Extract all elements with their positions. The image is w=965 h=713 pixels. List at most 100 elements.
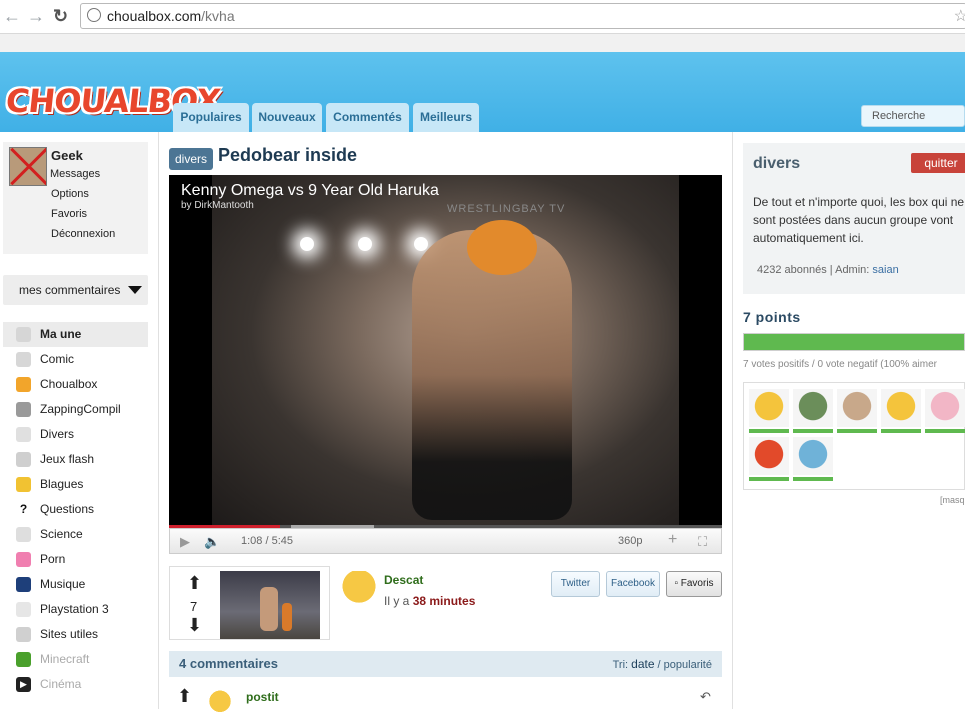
duck-avatar-icon[interactable] [749, 389, 789, 433]
comments-count: 4 commentaires [179, 656, 278, 671]
favoris-button[interactable]: ▫ Favoris [666, 571, 722, 597]
sidebar-category-label: Playstation 3 [40, 602, 109, 616]
tree-avatar-icon[interactable] [793, 389, 833, 433]
reply-icon[interactable]: ↶ [700, 689, 711, 705]
voter-picture [793, 389, 833, 427]
funnel-icon [16, 327, 31, 342]
search-input[interactable]: Recherche [861, 105, 965, 127]
blue-cat-avatar-icon[interactable] [793, 437, 833, 481]
group-panel: divers quitter De tout et n'importe quoi… [743, 143, 965, 294]
sort-date[interactable]: date [631, 657, 654, 671]
duck-icon [16, 377, 31, 392]
sidebar-category[interactable]: Divers [3, 422, 148, 447]
sidebar-category[interactable]: Playstation 3 [3, 597, 148, 622]
sidebar-category[interactable]: Comic [3, 347, 148, 372]
quality-selector[interactable]: 360p [618, 535, 642, 547]
options-link[interactable]: Options [51, 188, 89, 200]
voter-vote-bar [881, 429, 921, 433]
comment-author[interactable]: postit [246, 690, 279, 704]
sidebar-category-label: ZappingCompil [40, 402, 121, 416]
sidebar-category-label: Divers [40, 427, 75, 441]
favoris-link[interactable]: Favoris [51, 208, 87, 220]
duck-avatar-icon[interactable] [881, 389, 921, 433]
video-title[interactable]: Kenny Omega vs 9 Year Old Haruka [181, 182, 439, 200]
sidebar-category-label: Cinéma [40, 677, 82, 691]
sidebar-category-label: Questions [40, 502, 95, 516]
avatar[interactable] [9, 147, 47, 186]
sidebar-category[interactable]: Musique [3, 572, 148, 597]
video-author[interactable]: by DirkMantooth [181, 200, 254, 211]
child-photo-avatar-icon[interactable] [837, 389, 877, 433]
rage-face-icon [16, 352, 31, 367]
duck-avatar-icon[interactable] [207, 687, 233, 713]
video-controls: ▶ 🔈 1:08 / 5:45 360p + ⛶ [169, 528, 722, 554]
forward-icon[interactable]: → [27, 6, 45, 26]
post-title[interactable]: Pedobear inside [218, 145, 357, 166]
bird-cartoon-avatar-icon[interactable] [749, 437, 789, 481]
comment-upvote-icon[interactable]: ⬆ [177, 686, 192, 707]
arena-light [300, 237, 314, 251]
back-icon[interactable]: ← [3, 6, 21, 26]
group-name[interactable]: divers [753, 155, 800, 173]
comments-dropdown[interactable]: mes commentaires [3, 275, 148, 305]
facebook-button[interactable]: Facebook [606, 571, 660, 597]
votes-summary: 7 votes positifs / 0 vote negatif (100% … [743, 359, 937, 370]
tab-meilleurs[interactable]: Meilleurs [413, 103, 479, 132]
tab-nouveaux[interactable]: Nouveaux [252, 103, 322, 132]
sidebar-category-label: Sites utiles [40, 627, 99, 641]
messages-link[interactable]: Messages [50, 168, 100, 180]
tab-populaires[interactable]: Populaires [173, 103, 249, 132]
sidebar-category[interactable]: ZappingCompil [3, 397, 148, 422]
blank-icon [16, 427, 31, 442]
reload-icon[interactable]: ↻ [53, 6, 68, 26]
sidebar-category[interactable]: ? Questions [3, 497, 148, 522]
username[interactable]: Geek [51, 148, 83, 163]
upvote-icon[interactable]: ⬆ [187, 573, 202, 594]
sidebar-category[interactable]: Sites utiles [3, 622, 148, 647]
sidebar-category[interactable]: Choualbox [3, 372, 148, 397]
downvote-icon[interactable]: ⬇ [187, 615, 202, 636]
quit-button[interactable]: quitter [911, 153, 965, 173]
pink-square-icon [16, 552, 31, 567]
sidebar-category[interactable]: Science [3, 522, 148, 547]
play-icon[interactable]: ▶ [180, 534, 190, 550]
duck-avatar-icon[interactable] [340, 571, 378, 609]
fullscreen-icon[interactable]: ⛶ [698, 534, 707, 550]
comments-header: 4 commentaires Tri: date / popularité [169, 651, 722, 677]
gamepad-icon [16, 452, 31, 467]
sort-popularite[interactable]: popularité [664, 659, 712, 671]
sidebar-category[interactable]: ▶ Cinéma [3, 672, 148, 697]
url-text: choualbox.com/kvha [107, 8, 235, 24]
volume-icon[interactable]: 🔈 [204, 534, 220, 550]
tab-commentes[interactable]: Commentés [326, 103, 409, 132]
video-player[interactable]: Kenny Omega vs 9 Year Old Haruka by Dirk… [169, 175, 722, 526]
sidebar-category[interactable]: Minecraft [3, 647, 148, 672]
play-icon: ▶ [16, 677, 31, 692]
admin-link[interactable]: saian [872, 264, 898, 276]
group-description: De tout et n'importe quoi, les box qui n… [753, 195, 965, 245]
question-icon: ? [16, 502, 31, 517]
voter-picture [793, 437, 833, 475]
masquer-link[interactable]: [masq [940, 495, 965, 505]
sidebar-category[interactable]: Porn [3, 547, 148, 572]
expand-icon[interactable]: + [668, 531, 677, 549]
post-time: Il y a 38 minutes [384, 594, 476, 608]
category-badge[interactable]: divers [169, 148, 214, 170]
twitter-button[interactable]: Twitter [551, 571, 600, 597]
sidebar-category[interactable]: Ma une [3, 322, 148, 347]
arena-light [358, 237, 372, 251]
author-name[interactable]: Descat [384, 573, 423, 587]
vote-count: 7 [190, 599, 198, 614]
sidebar-category[interactable]: Jeux flash [3, 447, 148, 472]
address-bar[interactable]: choualbox.com/kvha ☆ [80, 3, 965, 29]
video-thumbnail[interactable] [220, 571, 320, 639]
bookmark-star-icon[interactable]: ☆ [954, 6, 965, 26]
sidebar-category[interactable]: Blagues [3, 472, 148, 497]
deconnexion-link[interactable]: Déconnexion [51, 228, 115, 240]
wrench-icon [16, 627, 31, 642]
grid-icon [16, 402, 31, 417]
star-icon: ▫ [674, 578, 678, 589]
voter-picture [925, 389, 965, 427]
browser-toolbar: ← → ↻ choualbox.com/kvha ☆ [0, 0, 965, 34]
anime-avatar-icon[interactable] [925, 389, 965, 433]
